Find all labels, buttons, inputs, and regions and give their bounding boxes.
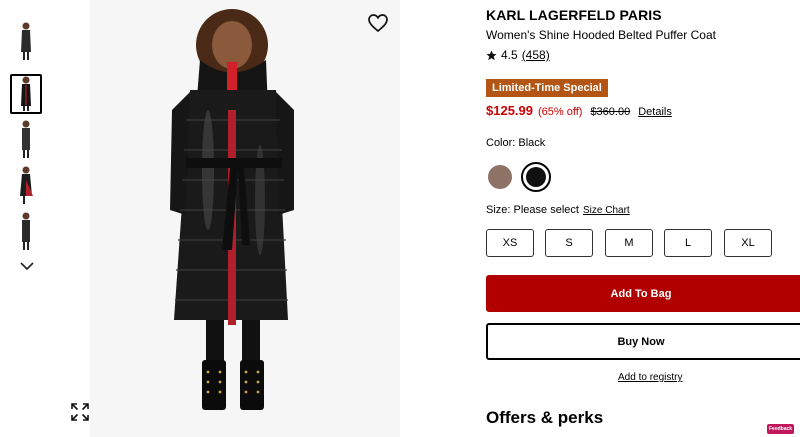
coat-thumbnail-image bbox=[20, 166, 33, 204]
size-option-xs[interactable]: XS bbox=[486, 229, 534, 257]
original-price: $360.00 bbox=[590, 106, 631, 118]
swatch-fill bbox=[526, 167, 546, 187]
rating-value: 4.5 bbox=[501, 48, 518, 62]
coat-thumbnail-image bbox=[22, 212, 30, 250]
coat-thumbnail-image bbox=[21, 22, 31, 60]
color-swatch-black[interactable] bbox=[521, 162, 551, 192]
add-to-registry-link[interactable]: Add to registry bbox=[618, 372, 682, 383]
product-title: Women's Shine Hooded Belted Puffer Coat bbox=[486, 28, 716, 42]
buy-now-button[interactable]: Buy Now bbox=[486, 323, 800, 360]
review-count-link[interactable]: (458) bbox=[522, 48, 550, 62]
add-to-bag-button[interactable]: Add To Bag bbox=[486, 275, 800, 312]
promo-badge: Limited-Time Special bbox=[486, 79, 608, 97]
discount-percent: (65% off) bbox=[538, 106, 583, 118]
color-swatch-brown[interactable] bbox=[488, 165, 512, 189]
rating-summary[interactable]: 4.5 (458) bbox=[486, 48, 550, 62]
coat-thumbnail-image bbox=[21, 76, 31, 111]
thumbnail-4[interactable] bbox=[10, 166, 42, 206]
brand-name[interactable]: KARL LAGERFELD PARIS bbox=[486, 7, 662, 23]
price-block: $125.99 (65% off) $360.00 Details bbox=[486, 103, 672, 118]
size-option-l[interactable]: L bbox=[664, 229, 712, 257]
size-option-xl[interactable]: XL bbox=[724, 229, 772, 257]
chevron-down-icon[interactable] bbox=[18, 260, 36, 272]
size-option-m[interactable]: M bbox=[605, 229, 653, 257]
size-option-s[interactable]: S bbox=[545, 229, 593, 257]
puffer-coat-model-image bbox=[170, 9, 294, 410]
price-details-link[interactable]: Details bbox=[638, 106, 672, 118]
size-label: Size: Please select bbox=[486, 204, 579, 216]
expand-arrows-icon[interactable] bbox=[71, 403, 89, 421]
star-icon bbox=[486, 49, 497, 60]
heart-outline-icon[interactable] bbox=[367, 13, 389, 33]
offers-heading: Offers & perks bbox=[486, 408, 604, 427]
sale-price: $125.99 bbox=[486, 103, 533, 118]
color-label: Color: Black bbox=[486, 137, 546, 149]
thumbnail-1[interactable] bbox=[10, 22, 42, 62]
size-chart-link[interactable]: Size Chart bbox=[583, 205, 630, 216]
product-main-image[interactable] bbox=[90, 0, 400, 437]
coat-thumbnail-image bbox=[22, 120, 30, 158]
thumbnail-2[interactable] bbox=[10, 74, 42, 114]
feedback-button[interactable]: Feedback bbox=[767, 424, 795, 434]
thumbnail-3[interactable] bbox=[10, 120, 42, 160]
thumbnail-5[interactable] bbox=[10, 212, 42, 252]
